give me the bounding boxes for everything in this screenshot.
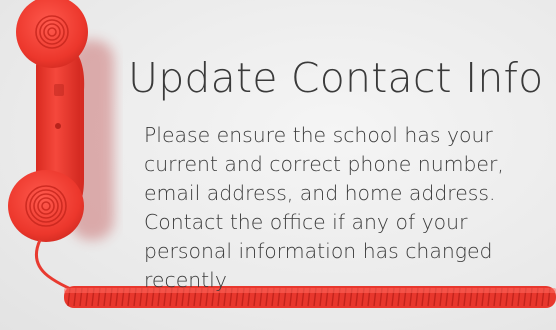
mouthpiece: [8, 170, 84, 242]
message-text: Please ensure the school has your curren…: [144, 123, 504, 292]
handle-dot: [55, 123, 61, 129]
page-title: Update Contact Info: [128, 54, 544, 102]
handle-marking: [54, 84, 64, 96]
